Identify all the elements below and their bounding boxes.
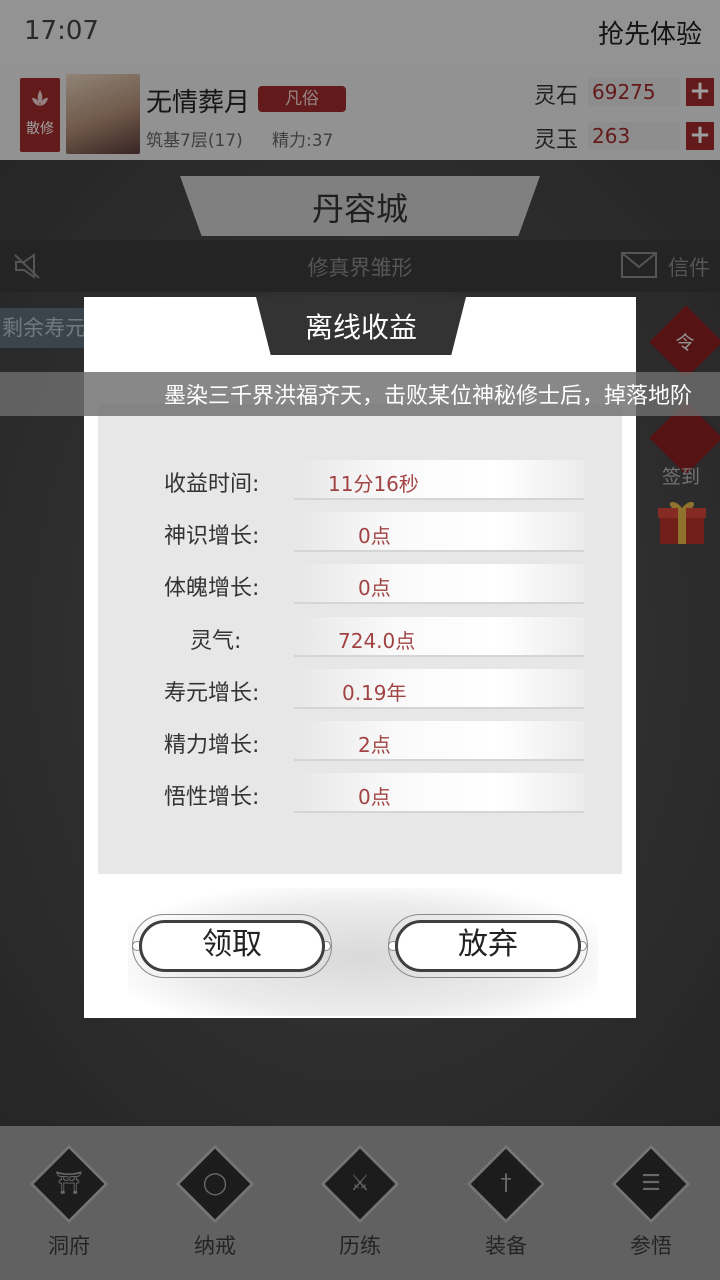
row-value: 0点 bbox=[358, 576, 391, 600]
row-label: 精力增长: bbox=[164, 733, 260, 758]
ticker-text: 墨染三千界洪福齐天，击败某位神秘修士后，掉落地阶 bbox=[164, 384, 693, 409]
earnings-row-comprehension: 悟性增长: 0点 bbox=[98, 773, 622, 813]
row-value: 2点 bbox=[358, 733, 391, 757]
earnings-row-physique: 体魄增长: 0点 bbox=[98, 564, 622, 604]
earnings-row-spirit-sense: 神识增长: 0点 bbox=[98, 512, 622, 552]
earnings-row-lifespan: 寿元增长: 0.19年 bbox=[98, 669, 622, 709]
dialog-title: 离线收益 bbox=[304, 311, 417, 344]
row-value: 724.0点 bbox=[338, 629, 416, 653]
earnings-row-energy: 精力增长: 2点 bbox=[98, 721, 622, 761]
row-bar bbox=[294, 564, 584, 604]
row-bar bbox=[294, 512, 584, 552]
broadcast-ticker: 墨染三千界洪福齐天，击败某位神秘修士后，掉落地阶 bbox=[0, 372, 720, 416]
row-label: 神识增长: bbox=[164, 524, 260, 549]
row-label: 寿元增长: bbox=[164, 681, 260, 706]
row-bar bbox=[294, 773, 584, 813]
row-label: 收益时间: bbox=[164, 472, 260, 497]
row-value: 0点 bbox=[358, 524, 391, 548]
row-value: 0点 bbox=[358, 785, 391, 809]
row-label: 悟性增长: bbox=[164, 785, 260, 810]
row-label: 体魄增长: bbox=[164, 576, 260, 601]
row-bar bbox=[294, 669, 584, 709]
claim-button[interactable]: 领取 bbox=[139, 920, 325, 972]
row-bar bbox=[294, 721, 584, 761]
earnings-row-time: 收益时间: 11分16秒 bbox=[98, 460, 622, 500]
row-value: 11分16秒 bbox=[328, 472, 419, 496]
abandon-button[interactable]: 放弃 bbox=[395, 920, 581, 972]
earnings-row-spirit-energy: 灵气: 724.0点 bbox=[98, 617, 622, 657]
row-label: 灵气: bbox=[190, 629, 242, 654]
row-value: 0.19年 bbox=[342, 681, 407, 705]
